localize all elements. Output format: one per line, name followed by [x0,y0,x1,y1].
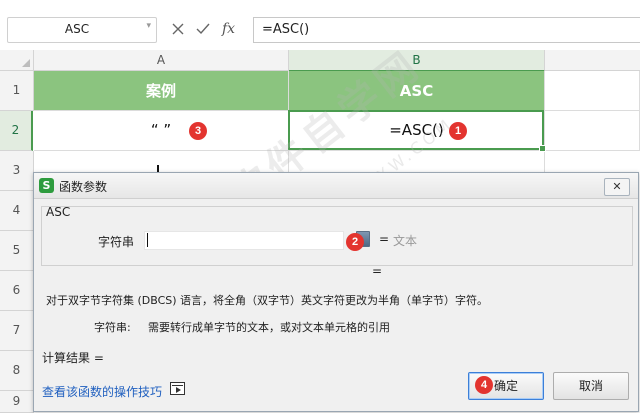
cancel-button[interactable]: 取消 [553,372,629,400]
function-tips-link[interactable]: 查看该函数的操作技巧 [42,383,162,400]
insert-function-icon[interactable]: fx [222,21,235,37]
name-box-value: ASC [64,22,90,36]
close-icon[interactable] [172,23,184,35]
column-header-b[interactable]: B [289,50,545,72]
step-badge-3: 3 [189,122,207,140]
cell-b1[interactable]: ASC [289,71,545,111]
check-icon[interactable] [196,23,210,35]
function-description: 对于双字节字符集 (DBCS) 语言，将全角（双字节）英文字符更改为半角（单字节… [46,294,489,307]
cell-c2[interactable] [545,111,640,151]
dialog-titlebar[interactable]: S 函数参数 ✕ [34,173,638,199]
step-badge-4: 4 [475,376,493,394]
select-all-corner[interactable] [0,50,34,71]
app-logo-icon: S [39,178,54,193]
cell-a1[interactable]: 案例 [34,71,289,111]
string-argument-input[interactable] [144,231,344,250]
row-header-7[interactable]: 7 [0,311,34,351]
argument-equals: = [379,232,390,246]
argument-type-hint: 文本 [393,234,418,248]
formula-actions: fx [172,17,235,41]
calculation-result: 计算结果 = [42,351,104,365]
row-header-2[interactable]: 2 [0,111,33,151]
cell-c1[interactable] [545,71,640,111]
function-name: ASC [46,205,71,219]
result-equals: = [372,264,383,278]
input-caret [147,233,148,247]
row-header-1[interactable]: 1 [0,71,34,111]
step-badge-2: 2 [346,233,364,251]
row-header-6[interactable]: 6 [0,271,34,311]
function-arguments-dialog: S 函数参数 ✕ ASC 字符串 2 = 文本 = 对于双字节字符集 (DBCS… [33,172,639,412]
column-header-a[interactable]: A [34,50,289,71]
close-button[interactable]: ✕ [604,178,630,196]
row-header-3[interactable]: 3 [0,151,34,191]
argument-description: 需要转行成单字节的文本，或对文本单元格的引用 [148,321,390,334]
formula-input[interactable]: =ASC() [253,17,640,43]
cell-a2[interactable]: “ ” [34,111,289,151]
argument-description-label: 字符串: [94,321,131,334]
chevron-down-icon[interactable]: ▾ [146,21,151,31]
row-header-8[interactable]: 8 [0,351,34,391]
row-header-9[interactable]: 9 [0,391,34,413]
video-icon[interactable] [170,382,185,395]
active-cell-selection [288,110,546,152]
name-box[interactable]: ASC ▾ [7,17,157,43]
column-header-c[interactable] [545,50,640,71]
row-header-5[interactable]: 5 [0,231,34,271]
row-header-4[interactable]: 4 [0,191,34,231]
argument-label: 字符串 [98,235,135,249]
dialog-title: 函数参数 [59,180,108,194]
step-badge-1: 1 [449,122,467,140]
formula-text: =ASC() [262,22,310,37]
